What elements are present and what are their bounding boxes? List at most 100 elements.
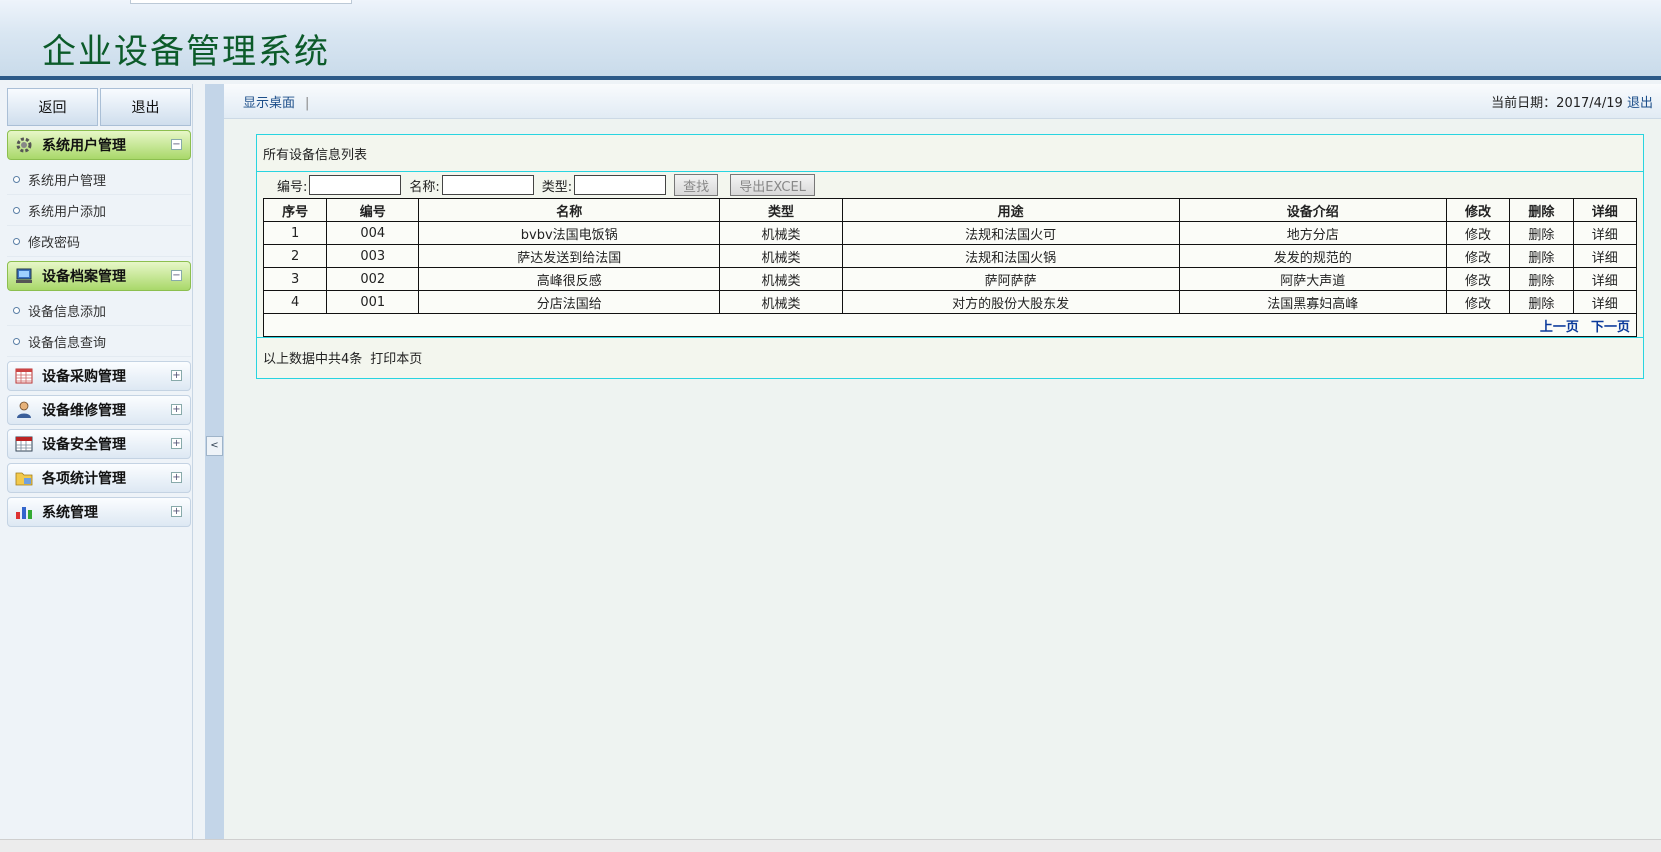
- col-header-index: 序号: [262, 198, 328, 222]
- collapse-sidebar-button[interactable]: <: [206, 436, 223, 456]
- table-header-row: 序号 编号 名称 类型 用途 设备介绍 修改 删除 详细: [262, 198, 1638, 222]
- record-summary: 以上数据中共4条: [263, 352, 363, 367]
- back-button[interactable]: 返回: [7, 88, 98, 126]
- logout-button[interactable]: 退出: [100, 88, 191, 126]
- cell-index: 3: [262, 267, 328, 291]
- export-excel-button[interactable]: 导出EXCEL: [730, 174, 815, 196]
- delete-link[interactable]: 删除: [1509, 290, 1574, 314]
- menu-group-device-repair[interactable]: 设备维修管理 +: [7, 395, 191, 425]
- collapse-icon[interactable]: −: [171, 139, 182, 150]
- col-header-code: 编号: [326, 198, 420, 222]
- expand-icon[interactable]: +: [171, 506, 182, 517]
- expand-icon[interactable]: +: [171, 472, 182, 483]
- cell-name: 萨达发送到给法国: [418, 244, 721, 268]
- folder-icon: [14, 469, 34, 487]
- menu-group-system-users[interactable]: 系统用户管理 −: [7, 130, 191, 160]
- detail-link[interactable]: 详细: [1572, 290, 1638, 314]
- col-header-edit: 修改: [1445, 198, 1511, 222]
- bar-chart-icon: [14, 503, 34, 521]
- pager-cell: 上一页 下一页: [263, 313, 1637, 337]
- collapse-icon[interactable]: −: [171, 270, 182, 281]
- name-input[interactable]: [441, 175, 534, 195]
- menu-group-device-safety[interactable]: 设备安全管理 +: [7, 429, 191, 459]
- cell-type: 机械类: [719, 221, 843, 245]
- next-page-link[interactable]: 下一页: [1591, 320, 1630, 335]
- type-input[interactable]: [574, 175, 667, 195]
- app-header: 企业设备管理系统: [0, 0, 1661, 80]
- cell-code: 003: [326, 244, 420, 268]
- search-button[interactable]: 查找: [674, 174, 719, 196]
- expand-icon[interactable]: +: [171, 404, 182, 415]
- col-header-detail: 详细: [1572, 198, 1638, 222]
- main-content: 显示桌面 | 当前日期：2017/4/19 退出 所有设备信息列表 编号: 名称:…: [224, 84, 1661, 839]
- delete-link[interactable]: 删除: [1509, 267, 1574, 291]
- code-input[interactable]: [309, 175, 402, 195]
- menu-group-label: 各项统计管理: [42, 471, 126, 487]
- user-icon: [14, 401, 34, 419]
- submenu-device-archive: 设备信息添加 设备信息查询: [7, 295, 191, 357]
- cell-code: 002: [326, 267, 420, 291]
- cell-code: 004: [326, 221, 420, 245]
- topbar-right: 当前日期：2017/4/19 退出: [1491, 92, 1653, 111]
- menu-group-system-manage[interactable]: 系统管理 +: [7, 497, 191, 527]
- prev-page-link[interactable]: 上一页: [1540, 320, 1579, 335]
- menu-group-label: 系统用户管理: [42, 138, 126, 154]
- edit-link[interactable]: 修改: [1445, 290, 1511, 314]
- cell-usage: 法规和法国火锅: [841, 244, 1180, 268]
- cell-type: 机械类: [719, 290, 843, 314]
- submenu-item-user-add[interactable]: 系统用户添加: [7, 195, 191, 226]
- edit-link[interactable]: 修改: [1445, 267, 1511, 291]
- submenu-item-user-manage[interactable]: 系统用户管理: [7, 164, 191, 195]
- edit-link[interactable]: 修改: [1445, 221, 1511, 245]
- panel-footer: 以上数据中共4条 打印本页: [257, 337, 1643, 377]
- menu-group-label: 设备维修管理: [42, 403, 126, 419]
- menu-group-device-archive[interactable]: 设备档案管理 −: [7, 261, 191, 291]
- delete-link[interactable]: 删除: [1509, 244, 1574, 268]
- sidebar: 返回 退出 系统用户管理 − 系统用户管理 系统用户添加 修改密码 设备档案管理…: [0, 84, 193, 839]
- submenu-item-device-query[interactable]: 设备信息查询: [7, 326, 191, 357]
- monitor-icon: [14, 267, 34, 285]
- cell-description: 阿萨大声道: [1178, 267, 1447, 291]
- menu-group-statistics[interactable]: 各项统计管理 +: [7, 463, 191, 493]
- detail-link[interactable]: 详细: [1572, 221, 1638, 245]
- table-row: 4 001 分店法国给 机械类 对方的股份大股东发 法国黑寡妇高峰 修改 删除 …: [262, 290, 1638, 314]
- bullet-icon: [13, 206, 20, 214]
- menu-group-label: 系统管理: [42, 505, 98, 521]
- cell-name: 分店法国给: [418, 290, 721, 314]
- detail-link[interactable]: 详细: [1572, 244, 1638, 268]
- table-row: 2 003 萨达发送到给法国 机械类 法规和法国火锅 发发的规范的 修改 删除 …: [262, 244, 1638, 268]
- name-label: 名称:: [409, 179, 440, 195]
- bullet-icon: [13, 306, 20, 314]
- bullet-icon: [13, 175, 20, 183]
- edit-link[interactable]: 修改: [1445, 244, 1511, 268]
- cell-name: 高峰很反感: [418, 267, 721, 291]
- cell-index: 2: [262, 244, 328, 268]
- table-row: 3 002 高峰很反感 机械类 萨阿萨萨 阿萨大声道 修改 删除 详细: [262, 267, 1638, 291]
- bullet-icon: [13, 237, 20, 245]
- bullet-icon: [13, 337, 20, 345]
- cell-type: 机械类: [719, 267, 843, 291]
- delete-link[interactable]: 删除: [1509, 221, 1574, 245]
- cell-usage: 萨阿萨萨: [841, 267, 1180, 291]
- calendar-icon: [14, 435, 34, 453]
- topbar-separator: |: [305, 95, 310, 111]
- expand-icon[interactable]: +: [171, 370, 182, 381]
- submenu-item-change-password[interactable]: 修改密码: [7, 226, 191, 257]
- device-list-panel: 所有设备信息列表 编号: 名称: 类型: 查找 导出EXCEL 序号 编号 名称…: [256, 134, 1644, 379]
- panel-title: 所有设备信息列表: [257, 135, 1643, 172]
- spreadsheet-icon: [14, 367, 34, 385]
- submenu-item-device-add[interactable]: 设备信息添加: [7, 295, 191, 326]
- sidebar-splitter[interactable]: <: [205, 84, 224, 839]
- menu-group-device-purchase[interactable]: 设备采购管理 +: [7, 361, 191, 391]
- table-row: 1 004 bvbv法国电饭锅 机械类 法规和法国火可 地方分店 修改 删除 详…: [262, 221, 1638, 245]
- expand-icon[interactable]: +: [171, 438, 182, 449]
- show-desktop-link[interactable]: 显示桌面: [243, 96, 295, 111]
- col-header-delete: 删除: [1509, 198, 1574, 222]
- topbar-left: 显示桌面 |: [243, 92, 309, 111]
- submenu-system-users: 系统用户管理 系统用户添加 修改密码: [7, 164, 191, 257]
- print-page-link[interactable]: 打印本页: [370, 348, 422, 367]
- topbar-logout-link[interactable]: 退出: [1627, 96, 1653, 111]
- detail-link[interactable]: 详细: [1572, 267, 1638, 291]
- sidebar-top-buttons: 返回 退出: [7, 88, 191, 126]
- col-header-type: 类型: [719, 198, 843, 222]
